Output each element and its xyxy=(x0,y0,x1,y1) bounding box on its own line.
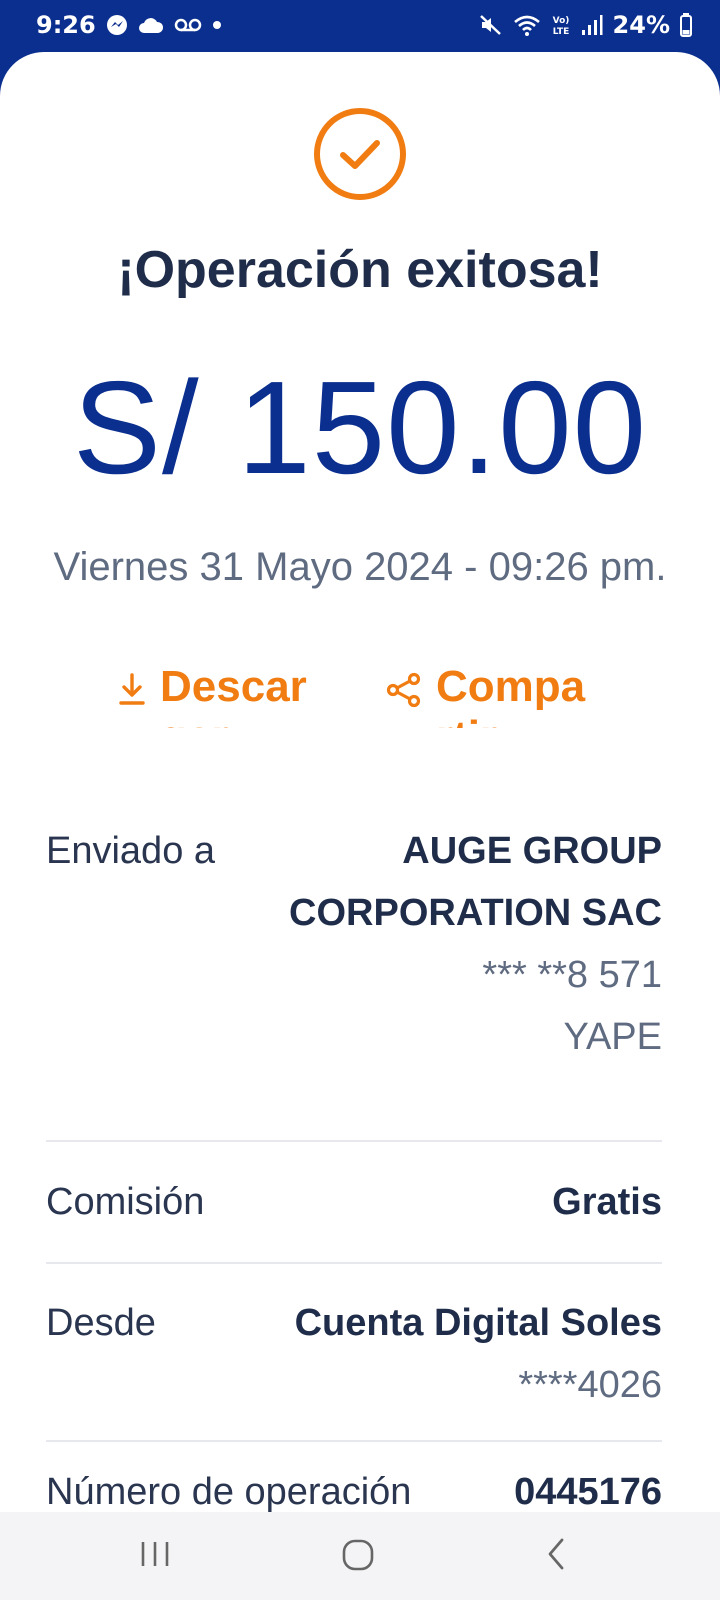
recents-icon[interactable] xyxy=(138,1534,172,1578)
download-label: Descargar xyxy=(160,662,307,728)
battery-percent: 24% xyxy=(612,11,670,39)
amount: S/ 150.00 xyxy=(72,354,648,501)
receipt-actions: Descargar Compartir xyxy=(110,662,630,728)
signal-icon xyxy=(581,14,603,36)
share-label: Compartir xyxy=(436,662,586,728)
recipient-app: YAPE xyxy=(563,1016,662,1058)
volte-icon: Vo) LTE xyxy=(551,13,571,37)
from-account-number: ****4026 xyxy=(518,1364,662,1406)
mute-icon xyxy=(479,13,503,37)
commission-label: Comisión xyxy=(46,1180,205,1223)
from-account: Cuenta Digital Soles xyxy=(294,1302,662,1344)
cloud-icon xyxy=(138,16,164,34)
share-button[interactable]: Compartir xyxy=(386,662,596,728)
detail-row-commission: Comisión Gratis xyxy=(46,1142,662,1264)
download-icon xyxy=(118,672,146,710)
recipient-phone: *** **8 571 xyxy=(482,954,662,996)
dot-icon xyxy=(212,20,222,30)
detail-row-from: Desde Cuenta Digital Soles ****4026 xyxy=(46,1264,662,1442)
transaction-details: Enviado a AUGE GROUP CORPORATION SAC ***… xyxy=(46,804,662,1512)
transaction-datetime: Viernes 31 Mayo 2024 - 09:26 pm. xyxy=(53,545,667,589)
messenger-icon xyxy=(106,14,128,36)
sent-to-label: Enviado a xyxy=(46,830,216,872)
success-title: ¡Operación exitosa! xyxy=(117,241,603,299)
success-check-icon xyxy=(312,106,408,202)
back-icon[interactable] xyxy=(544,1534,570,1578)
recipient-name-line1: AUGE GROUP xyxy=(402,830,662,872)
svg-text:Vo): Vo) xyxy=(552,16,569,26)
wifi-icon xyxy=(513,13,541,37)
detail-row-recipient: Enviado a AUGE GROUP CORPORATION SAC ***… xyxy=(46,804,662,1142)
operation-number: 0445176 xyxy=(514,1471,662,1512)
commission-value: Gratis xyxy=(552,1181,662,1223)
clock: 9:26 xyxy=(36,11,96,39)
status-bar: 9:26 Vo) LTE 24% xyxy=(0,0,720,52)
recipient-name-line2: CORPORATION SAC xyxy=(289,892,662,934)
share-icon xyxy=(386,672,422,712)
from-label: Desde xyxy=(46,1302,156,1344)
download-button[interactable]: Descargar xyxy=(118,662,320,728)
svg-text:LTE: LTE xyxy=(552,27,569,37)
system-nav-bar xyxy=(0,1512,720,1600)
operation-number-label: Número de operación xyxy=(46,1470,412,1513)
voicemail-icon xyxy=(174,17,202,33)
detail-row-operation-number: Número de operación 0445176 xyxy=(46,1442,662,1513)
receipt-sheet: ¡Operación exitosa! S/ 150.00 Viernes 31… xyxy=(0,52,720,1512)
battery-icon xyxy=(680,13,692,37)
home-icon[interactable] xyxy=(338,1534,378,1578)
